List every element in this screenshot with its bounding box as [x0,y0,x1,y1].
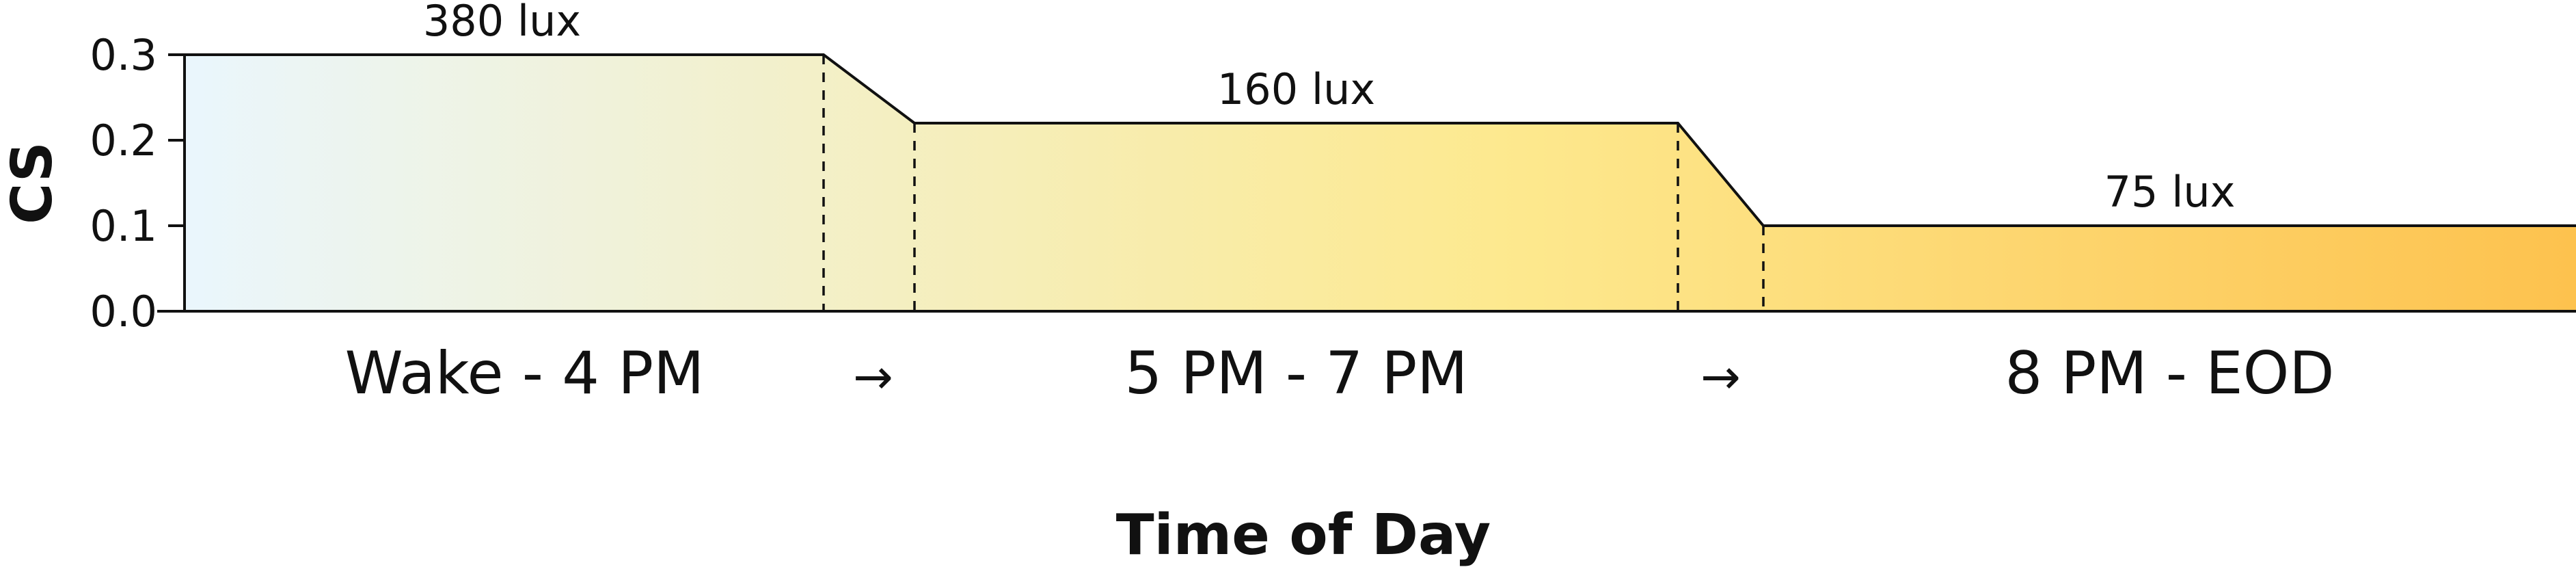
lux-label-night: 75 lux [2104,167,2236,217]
y-tick-label: 0.2 [90,116,157,166]
cs-area-chart: 380 lux 160 lux 75 lux Wake - 4 PM → 5 P… [0,0,2576,568]
x-category-label: 5 PM - 7 PM [1125,339,1468,408]
x-category-label: 8 PM - EOD [2005,339,2334,408]
x-category-labels: Wake - 4 PM → 5 PM - 7 PM → 8 PM - EOD [345,339,2335,408]
y-axis-title: CS [0,142,65,224]
x-transition-arrow: → [1700,349,1741,405]
y-tick-label: 0.3 [90,30,157,80]
lux-label-wake: 380 lux [423,0,581,46]
x-axis-title: Time of Day [1116,503,1491,568]
y-tick-labels: 0.0 0.1 0.2 0.3 [90,30,157,337]
y-tick-label: 0.1 [90,201,157,251]
y-axis [168,53,186,313]
y-tick-label: 0.0 [90,287,157,337]
chart: 380 lux 160 lux 75 lux Wake - 4 PM → 5 P… [0,0,2576,575]
x-category-label: Wake - 4 PM [345,339,705,408]
lux-label-evening: 160 lux [1217,64,1375,114]
x-transition-arrow: → [853,349,893,405]
